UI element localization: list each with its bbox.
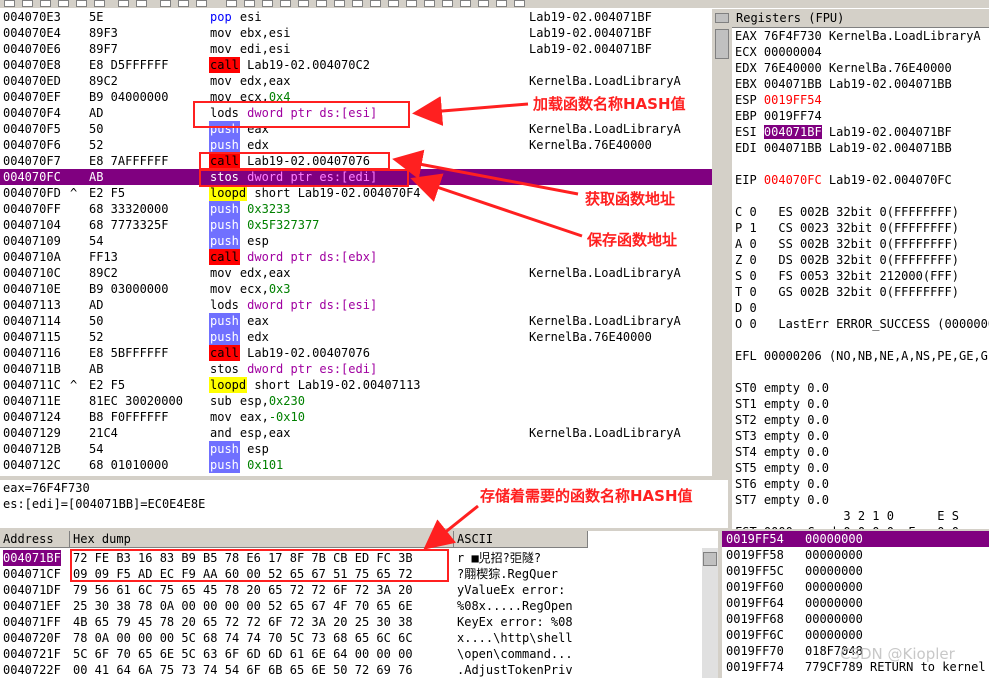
- note-store-hash: 存储着需要的函数名称HASH值: [480, 487, 693, 505]
- note-load-hash: 加载函数名称HASH值: [533, 95, 686, 113]
- note-get-addr: 获取函数地址: [585, 190, 676, 208]
- arrow-get-addr: [392, 149, 579, 196]
- watermark: CSDN @Kiopler: [840, 645, 955, 663]
- arrow-store-hash: [423, 504, 479, 550]
- arrow-save-addr: [410, 173, 583, 238]
- annotation-arrows: [392, 96, 583, 550]
- note-save-addr: 保存函数地址: [587, 231, 678, 249]
- arrow-load-hash: [412, 96, 529, 126]
